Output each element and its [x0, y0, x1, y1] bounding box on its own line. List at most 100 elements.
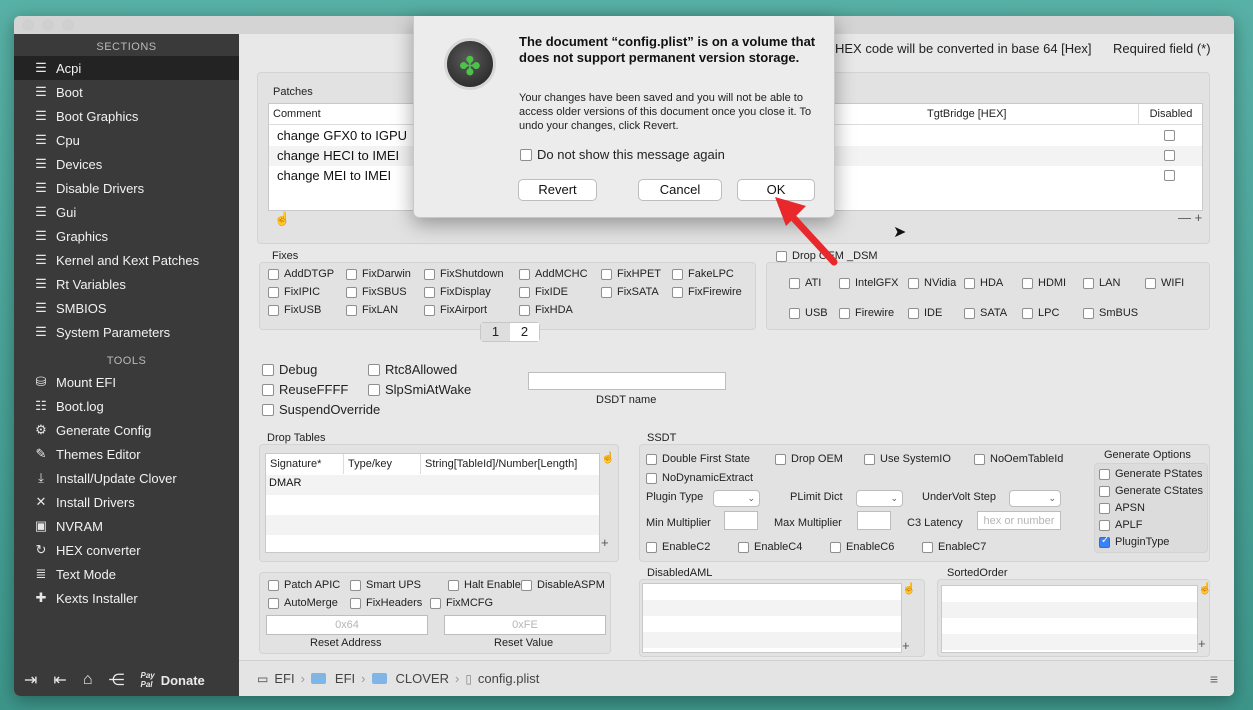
- close-window-button[interactable]: [22, 19, 34, 31]
- dsm-firewire-row2-checkbox[interactable]: Firewire: [839, 307, 894, 319]
- checkbox-box[interactable]: [448, 579, 459, 591]
- checkbox-box[interactable]: [601, 286, 612, 298]
- checkbox-box[interactable]: [974, 453, 985, 465]
- min-multiplier-input[interactable]: [724, 511, 758, 530]
- checkbox-box[interactable]: [672, 286, 683, 298]
- revert-button[interactable]: Revert: [518, 179, 597, 201]
- dsdt-name-input[interactable]: [528, 372, 726, 390]
- checkbox-box[interactable]: [672, 268, 683, 280]
- path-item-config[interactable]: config.plist: [478, 671, 539, 686]
- col-string[interactable]: String[TableId]/Number[Length]: [421, 454, 600, 474]
- sidebar-item-gui[interactable]: ☰ Gui: [14, 200, 239, 224]
- sidebar-item-system-parameters[interactable]: ☰ System Parameters: [14, 320, 239, 344]
- sidebar-item-rt-variables[interactable]: ☰ Rt Variables: [14, 272, 239, 296]
- import-icon[interactable]: ⇥: [24, 670, 37, 690]
- drag-hand-icon[interactable]: ☝: [1198, 582, 1212, 595]
- donate-button[interactable]: Donate: [161, 673, 205, 688]
- checkbox-box[interactable]: [775, 453, 786, 465]
- fix-fixusb-checkbox[interactable]: FixUSB: [268, 304, 321, 316]
- drag-hand-icon[interactable]: ☝: [902, 582, 916, 595]
- checkbox-box[interactable]: [646, 541, 657, 553]
- general-debug-checkbox[interactable]: Debug: [262, 362, 317, 377]
- ssdt-enablec7-checkbox[interactable]: EnableC7: [922, 541, 986, 553]
- gen-aplf-checkbox[interactable]: APLF: [1099, 519, 1143, 531]
- dsm-sata-row2-checkbox[interactable]: SATA: [964, 307, 1007, 319]
- dsm-lpc-row2-checkbox[interactable]: LPC: [1022, 307, 1059, 319]
- path-item-clover[interactable]: CLOVER: [396, 671, 449, 686]
- add-icon[interactable]: +: [1198, 636, 1206, 651]
- col-signature[interactable]: Signature*: [266, 454, 344, 474]
- checkbox-box[interactable]: [1083, 277, 1094, 289]
- checkbox-box[interactable]: [738, 541, 749, 553]
- checkbox-box[interactable]: [1099, 485, 1110, 497]
- checkbox-box[interactable]: [1099, 535, 1110, 548]
- dsm-ide-row2-checkbox[interactable]: IDE: [908, 307, 942, 319]
- drag-hand-icon[interactable]: ☝: [601, 451, 615, 464]
- checkbox-box[interactable]: [268, 579, 279, 591]
- col-tgtbridge[interactable]: TgtBridge [HEX]: [923, 104, 1139, 124]
- checkbox-box[interactable]: [646, 472, 657, 484]
- checkbox-box[interactable]: [839, 307, 850, 319]
- fix-adddtgp-checkbox[interactable]: AddDTGP: [268, 268, 334, 280]
- reset-address-input[interactable]: 0x64: [266, 615, 428, 635]
- home-icon[interactable]: ⌂: [83, 671, 93, 689]
- checkbox-box[interactable]: [368, 363, 380, 376]
- dsm-smbus-row2-checkbox[interactable]: SmBUS: [1083, 307, 1138, 319]
- export-icon[interactable]: ⇤: [53, 670, 66, 690]
- checkbox-box[interactable]: [350, 579, 361, 591]
- sidebar-tool-install-drivers[interactable]: ✕ Install Drivers: [14, 490, 239, 514]
- sidebar-item-boot-graphics[interactable]: ☰ Boot Graphics: [14, 104, 239, 128]
- checkbox-box[interactable]: [424, 268, 435, 280]
- undervolt-step-select[interactable]: ⌄: [1009, 490, 1061, 507]
- max-multiplier-input[interactable]: [857, 511, 891, 530]
- checkbox-box[interactable]: [519, 268, 530, 280]
- sidebar-tool-nvram[interactable]: ▣ NVRAM: [14, 514, 239, 538]
- add-remove-icon[interactable]: — +: [1178, 210, 1202, 225]
- dsm-intelgfx-checkbox[interactable]: IntelGFX: [839, 277, 898, 289]
- fix-fixshutdown-checkbox[interactable]: FixShutdown: [424, 268, 504, 280]
- col-disabled[interactable]: Disabled: [1139, 104, 1203, 124]
- fix-fixdisplay-checkbox[interactable]: FixDisplay: [424, 286, 491, 298]
- checkbox-box[interactable]: [368, 383, 380, 396]
- col-comment[interactable]: Comment: [269, 104, 419, 124]
- fix-fixsata-checkbox[interactable]: FixSATA: [601, 286, 659, 298]
- apic-fixmcfg-checkbox[interactable]: FixMCFG: [430, 597, 493, 609]
- sidebar-item-acpi[interactable]: ☰ Acpi: [14, 56, 239, 80]
- checkbox-box[interactable]: [430, 597, 441, 609]
- path-item-efi-volume[interactable]: EFI: [274, 671, 294, 686]
- checkbox-box[interactable]: [519, 304, 530, 316]
- sidebar-item-devices[interactable]: ☰ Devices: [14, 152, 239, 176]
- page-1-button[interactable]: 1: [481, 323, 510, 341]
- sidebar-tool-install-update-clover[interactable]: ⤓ Install/Update Clover: [14, 466, 239, 490]
- general-rtc8allowed-checkbox[interactable]: Rtc8Allowed: [368, 362, 457, 377]
- ssdt-drop-oem-checkbox[interactable]: Drop OEM: [775, 453, 843, 465]
- checkbox-box[interactable]: [262, 363, 274, 376]
- add-icon[interactable]: +: [902, 638, 910, 653]
- checkbox-box[interactable]: [521, 579, 532, 591]
- checkbox-box[interactable]: [908, 307, 919, 319]
- checkbox-box[interactable]: [519, 286, 530, 298]
- checkbox-box[interactable]: [789, 307, 800, 319]
- ssdt-nodynamicextract-checkbox[interactable]: NoDynamicExtract: [646, 472, 753, 484]
- dsm-ati-checkbox[interactable]: ATI: [789, 277, 821, 289]
- checkbox-box[interactable]: [646, 453, 657, 465]
- fix-addmchc-checkbox[interactable]: AddMCHC: [519, 268, 588, 280]
- fix-fixdarwin-checkbox[interactable]: FixDarwin: [346, 268, 411, 280]
- checkbox-box[interactable]: [908, 277, 919, 289]
- apic-automerge-checkbox[interactable]: AutoMerge: [268, 597, 338, 609]
- sidebar-item-graphics[interactable]: ☰ Graphics: [14, 224, 239, 248]
- checkbox-box[interactable]: [789, 277, 800, 289]
- plugin-type-select[interactable]: ⌄: [713, 490, 760, 507]
- drop-oem-dsm-checkbox[interactable]: Drop OEM _DSM: [776, 250, 878, 262]
- cancel-button[interactable]: Cancel: [638, 179, 722, 201]
- checkbox-box[interactable]: [268, 268, 279, 280]
- checkbox-box[interactable]: [1099, 468, 1110, 480]
- sidebar-tool-themes-editor[interactable]: ✎ Themes Editor: [14, 442, 239, 466]
- checkbox-box[interactable]: [1145, 277, 1156, 289]
- fix-fakelpc-checkbox[interactable]: FakeLPC: [672, 268, 734, 280]
- minimize-window-button[interactable]: [42, 19, 54, 31]
- checkbox-box[interactable]: [346, 304, 357, 316]
- checkbox-box[interactable]: [922, 541, 933, 553]
- general-reuseffff-checkbox[interactable]: ReuseFFFF: [262, 382, 348, 397]
- sidebar-tool-hex-converter[interactable]: ↻ HEX converter: [14, 538, 239, 562]
